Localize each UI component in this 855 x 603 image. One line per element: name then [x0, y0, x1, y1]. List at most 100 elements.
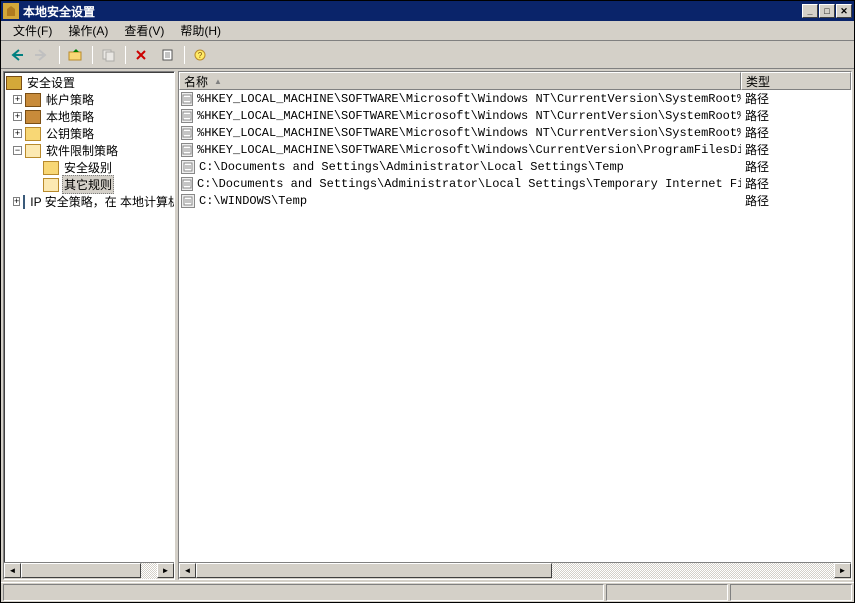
spacer: [31, 163, 40, 172]
refresh-button[interactable]: [156, 44, 180, 66]
refresh-icon: [160, 48, 176, 62]
col-name-label: 名称: [184, 73, 208, 90]
toolbar-separator: [59, 46, 60, 64]
scroll-track[interactable]: [141, 563, 157, 579]
list-pane: 名称 ▲ 类型 %HKEY_LOCAL_MACHINE\SOFTWARE\Mic…: [178, 71, 852, 580]
arrow-right-icon: [35, 48, 51, 62]
cell-name: C:\Documents and Settings\Administrator\…: [179, 177, 741, 191]
toolbar: ?: [1, 41, 854, 69]
cell-type: 路径: [741, 175, 851, 192]
menu-action[interactable]: 操作(A): [60, 20, 116, 41]
scroll-right-button[interactable]: ►: [834, 563, 851, 578]
collapse-icon[interactable]: −: [13, 146, 22, 155]
expand-icon[interactable]: +: [13, 95, 22, 104]
policy-icon: [25, 110, 41, 124]
tree-label: 软件限制策略: [44, 142, 120, 159]
close-button[interactable]: ✕: [836, 4, 852, 18]
list-row[interactable]: C:\Documents and Settings\Administrator\…: [179, 175, 851, 192]
list-row[interactable]: %HKEY_LOCAL_MACHINE\SOFTWARE\Microsoft\W…: [179, 90, 851, 107]
row-name: %HKEY_LOCAL_MACHINE\SOFTWARE\Microsoft\W…: [197, 143, 741, 157]
statusbar: [1, 582, 854, 602]
scroll-thumb[interactable]: [196, 563, 552, 578]
row-name: %HKEY_LOCAL_MACHINE\SOFTWARE\Microsoft\W…: [197, 92, 741, 106]
expand-icon[interactable]: +: [13, 129, 22, 138]
scroll-left-button[interactable]: ◄: [4, 563, 21, 578]
folder-open-icon: [43, 178, 59, 192]
list-scrollbar[interactable]: ◄ ►: [179, 562, 851, 579]
list-row[interactable]: %HKEY_LOCAL_MACHINE\SOFTWARE\Microsoft\W…: [179, 107, 851, 124]
status-cell: [606, 584, 728, 601]
menu-file[interactable]: 文件(F): [5, 20, 60, 41]
tree-label: 安全级别: [62, 159, 114, 176]
maximize-button[interactable]: □: [819, 4, 835, 18]
tree-label: IP 安全策略，在 本地计算机: [28, 193, 174, 210]
cell-name: %HKEY_LOCAL_MACHINE\SOFTWARE\Microsoft\W…: [179, 143, 741, 157]
tree-node-security-levels[interactable]: 安全级别: [31, 159, 172, 176]
tree-scrollbar[interactable]: ◄ ►: [4, 562, 174, 579]
tree[interactable]: 安全设置 + 帐户策略 + 本地策略 + 公钥策略: [4, 72, 174, 562]
tree-node-software-restriction[interactable]: − 软件限制策略: [13, 142, 172, 159]
menu-help[interactable]: 帮助(H): [172, 20, 229, 41]
list-row[interactable]: %HKEY_LOCAL_MACHINE\SOFTWARE\Microsoft\W…: [179, 124, 851, 141]
app-icon: [3, 3, 19, 19]
path-rule-icon: [181, 126, 193, 140]
help-button[interactable]: ?: [189, 44, 213, 66]
help-icon: ?: [193, 48, 209, 62]
folder-icon: [25, 127, 41, 141]
row-name: C:\WINDOWS\Temp: [199, 194, 307, 208]
tree-label: 公钥策略: [44, 125, 96, 142]
menu-view[interactable]: 查看(V): [116, 20, 172, 41]
row-name: %HKEY_LOCAL_MACHINE\SOFTWARE\Microsoft\W…: [197, 126, 741, 140]
row-name: %HKEY_LOCAL_MACHINE\SOFTWARE\Microsoft\W…: [197, 109, 741, 123]
up-button[interactable]: [64, 44, 88, 66]
cell-type: 路径: [741, 141, 851, 158]
delete-button[interactable]: [130, 44, 154, 66]
window-controls: _ □ ✕: [802, 4, 852, 18]
scroll-track[interactable]: [552, 563, 834, 579]
tree-label-selected: 其它规则: [62, 175, 114, 194]
expand-icon[interactable]: +: [13, 112, 22, 121]
forward-button[interactable]: [31, 44, 55, 66]
scroll-thumb[interactable]: [21, 563, 141, 578]
cell-name: C:\WINDOWS\Temp: [179, 194, 741, 208]
col-type-label: 类型: [746, 73, 770, 90]
cell-name: %HKEY_LOCAL_MACHINE\SOFTWARE\Microsoft\W…: [179, 126, 741, 140]
copy-button[interactable]: [97, 44, 121, 66]
list-row[interactable]: C:\WINDOWS\Temp路径: [179, 192, 851, 209]
list-row[interactable]: C:\Documents and Settings\Administrator\…: [179, 158, 851, 175]
list-body[interactable]: %HKEY_LOCAL_MACHINE\SOFTWARE\Microsoft\W…: [179, 90, 851, 562]
delete-icon: [134, 48, 150, 62]
copy-icon: [101, 48, 117, 62]
sort-ascending-icon: ▲: [214, 77, 222, 86]
tree-root[interactable]: 安全设置: [6, 74, 172, 91]
tree-node-account-policies[interactable]: + 帐户策略: [13, 91, 172, 108]
cell-name: C:\Documents and Settings\Administrator\…: [179, 160, 741, 174]
tree-node-pubkey-policies[interactable]: + 公钥策略: [13, 125, 172, 142]
tree-node-ip-security[interactable]: + IP 安全策略，在 本地计算机: [13, 193, 172, 210]
expand-icon[interactable]: +: [13, 197, 20, 206]
titlebar[interactable]: 本地安全设置 _ □ ✕: [1, 1, 854, 21]
toolbar-separator: [92, 46, 93, 64]
list-row[interactable]: %HKEY_LOCAL_MACHINE\SOFTWARE\Microsoft\W…: [179, 141, 851, 158]
scroll-right-button[interactable]: ►: [157, 563, 174, 578]
cell-type: 路径: [741, 107, 851, 124]
tree-node-additional-rules[interactable]: 其它规则: [31, 176, 172, 193]
ip-policy-icon: [23, 195, 25, 209]
path-rule-icon: [181, 143, 193, 157]
tree-label: 本地策略: [44, 108, 96, 125]
column-header-type[interactable]: 类型: [741, 72, 851, 90]
window-title: 本地安全设置: [23, 3, 802, 20]
tree-label: 安全设置: [25, 74, 77, 91]
path-rule-icon: [181, 109, 193, 123]
column-header-name[interactable]: 名称 ▲: [179, 72, 741, 90]
policy-icon: [25, 93, 41, 107]
folder-up-icon: [68, 48, 84, 62]
row-name: C:\Documents and Settings\Administrator\…: [199, 160, 624, 174]
back-button[interactable]: [5, 44, 29, 66]
tree-node-local-policies[interactable]: + 本地策略: [13, 108, 172, 125]
toolbar-separator: [184, 46, 185, 64]
minimize-button[interactable]: _: [802, 4, 818, 18]
scroll-left-button[interactable]: ◄: [179, 563, 196, 578]
folder-icon: [43, 161, 59, 175]
list-header: 名称 ▲ 类型: [179, 72, 851, 90]
